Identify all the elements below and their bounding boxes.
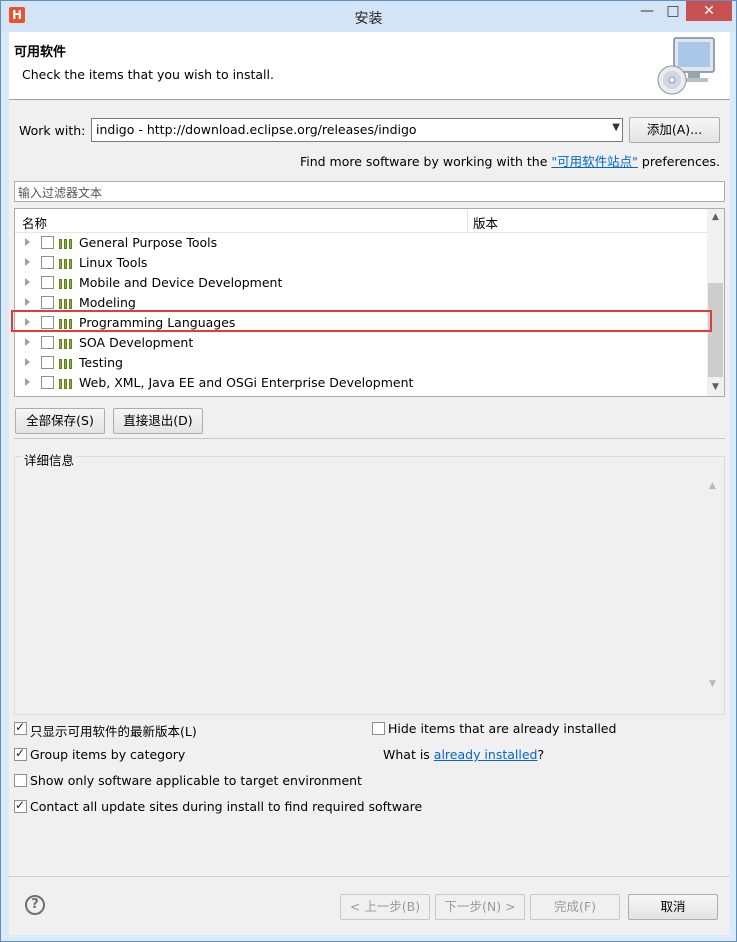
tree-item-label: Programming Languages <box>79 315 236 330</box>
expand-triangle-icon[interactable] <box>25 278 30 286</box>
tree-row[interactable]: Linux Tools <box>15 253 707 273</box>
category-icon <box>59 257 75 269</box>
scroll-down-icon: ▼ <box>709 679 716 689</box>
latest-versions-label: 只显示可用软件的最新版本(L) <box>30 724 197 739</box>
software-tree: 名称 版本 General Purpose Tools Linux Tools <box>14 208 725 397</box>
add-site-button[interactable]: 添加(A)... <box>629 117 720 143</box>
expand-triangle-icon[interactable] <box>25 238 30 246</box>
category-icon <box>59 237 75 249</box>
expand-triangle-icon[interactable] <box>25 358 30 366</box>
latest-versions-checkbox[interactable] <box>14 720 27 735</box>
install-dialog: H 安装 — □ ✕ 可用软件 Check the items that you… <box>0 0 737 942</box>
scroll-up-icon[interactable]: ▲ <box>707 209 724 226</box>
what-is-suffix: ? <box>537 747 545 762</box>
tree-header: 名称 版本 <box>15 209 707 233</box>
show-applicable-checkbox[interactable] <box>14 774 27 787</box>
item-checkbox[interactable] <box>41 276 54 289</box>
close-button[interactable]: ✕ <box>686 1 732 21</box>
tree-item-label: Web, XML, Java EE and OSGi Enterprise De… <box>79 375 414 390</box>
tree-item-label: Modeling <box>79 295 136 310</box>
help-icon[interactable]: ? <box>25 895 45 915</box>
item-checkbox[interactable] <box>41 316 54 329</box>
tree-row[interactable]: Modeling <box>15 293 707 313</box>
work-with-label: Work with: <box>19 123 86 138</box>
filter-input[interactable]: 输入过滤器文本 <box>14 181 725 202</box>
title-bar[interactable]: H 安装 — □ ✕ <box>1 1 736 32</box>
category-icon <box>59 277 75 289</box>
maximize-button[interactable]: □ <box>660 1 686 21</box>
tree-item-label: General Purpose Tools <box>79 235 218 250</box>
tree-row[interactable]: General Purpose Tools <box>15 233 707 253</box>
expand-triangle-icon[interactable] <box>25 298 30 306</box>
item-checkbox[interactable] <box>41 336 54 349</box>
category-icon <box>59 377 75 389</box>
wizard-header: 可用软件 Check the items that you wish to in… <box>9 32 730 100</box>
expand-triangle-icon[interactable] <box>25 378 30 386</box>
column-version[interactable]: 版本 <box>473 213 498 232</box>
what-is-prefix: What is <box>383 747 434 762</box>
scroll-thumb[interactable] <box>708 283 723 377</box>
category-icon <box>59 337 75 349</box>
section-divider <box>14 438 725 439</box>
tree-row[interactable]: SOA Development <box>15 333 707 353</box>
scroll-down-icon[interactable]: ▼ <box>707 379 724 396</box>
tree-row[interactable]: Mobile and Device Development <box>15 273 707 293</box>
show-applicable-label: Show only software applicable to target … <box>30 773 362 788</box>
finish-button[interactable]: 完成(F) <box>530 894 620 920</box>
find-more-prefix: Find more software by working with the <box>299 154 552 169</box>
tree-item-label: Testing <box>79 355 123 370</box>
item-checkbox[interactable] <box>41 236 54 249</box>
minimize-button[interactable]: — <box>634 1 660 21</box>
select-all-button[interactable]: 全部保存(S) <box>15 408 105 434</box>
window-title: 安装 <box>354 11 383 27</box>
group-by-category-checkbox[interactable] <box>14 746 27 761</box>
tree-row[interactable]: Web, XML, Java EE and OSGi Enterprise De… <box>15 373 707 393</box>
back-button[interactable]: < 上一步(B) <box>340 894 430 920</box>
item-checkbox[interactable] <box>41 356 54 369</box>
cancel-button[interactable]: 取消 <box>628 894 718 920</box>
category-icon <box>59 317 75 329</box>
tree-row[interactable]: Testing <box>15 353 707 373</box>
expand-triangle-icon[interactable] <box>25 338 30 346</box>
chevron-down-icon[interactable]: ▼ <box>612 122 620 133</box>
footer-divider <box>9 876 730 877</box>
find-more-suffix: preferences. <box>637 154 720 169</box>
available-sites-link[interactable]: "可用软件站点" <box>551 154 638 169</box>
tree-item-label: Linux Tools <box>79 255 148 270</box>
details-panel: ▲ ▼ <box>14 456 725 715</box>
expand-triangle-icon[interactable] <box>25 318 30 326</box>
dialog-body: 可用软件 Check the items that you wish to in… <box>9 32 730 935</box>
details-label: 详细信息 <box>22 450 77 469</box>
contact-sites-label: Contact all update sites during install … <box>30 799 423 814</box>
hide-installed-label: Hide items that are already installed <box>388 721 617 736</box>
page-description: Check the items that you wish to install… <box>22 67 274 82</box>
what-is-installed-text: What is already installed? <box>383 747 544 762</box>
contact-sites-checkbox[interactable] <box>14 798 27 813</box>
category-icon <box>59 297 75 309</box>
already-installed-link[interactable]: already installed <box>434 747 538 762</box>
find-more-text: Find more software by working with the "… <box>300 151 720 170</box>
tree-row-programming-languages[interactable]: Programming Languages <box>15 313 707 333</box>
work-with-combo[interactable]: indigo - http://download.eclipse.org/rel… <box>91 118 623 142</box>
item-checkbox[interactable] <box>41 376 54 389</box>
hide-installed-checkbox[interactable] <box>372 722 385 735</box>
category-icon <box>59 357 75 369</box>
next-button[interactable]: 下一步(N) > <box>435 894 525 920</box>
scroll-up-icon: ▲ <box>709 481 716 491</box>
group-by-category-label: Group items by category <box>30 747 186 762</box>
column-divider <box>467 209 468 233</box>
expand-triangle-icon[interactable] <box>25 258 30 266</box>
tree-item-label: Mobile and Device Development <box>79 275 283 290</box>
column-name[interactable]: 名称 <box>22 213 47 232</box>
deselect-all-button[interactable]: 直接退出(D) <box>113 408 203 434</box>
install-cd-monitor-icon <box>657 37 715 95</box>
item-checkbox[interactable] <box>41 296 54 309</box>
tree-scrollbar[interactable]: ▲ ▼ <box>707 209 724 396</box>
item-checkbox[interactable] <box>41 256 54 269</box>
page-title: 可用软件 <box>14 45 67 60</box>
work-with-value: indigo - http://download.eclipse.org/rel… <box>96 122 417 137</box>
tree-item-label: SOA Development <box>79 335 194 350</box>
